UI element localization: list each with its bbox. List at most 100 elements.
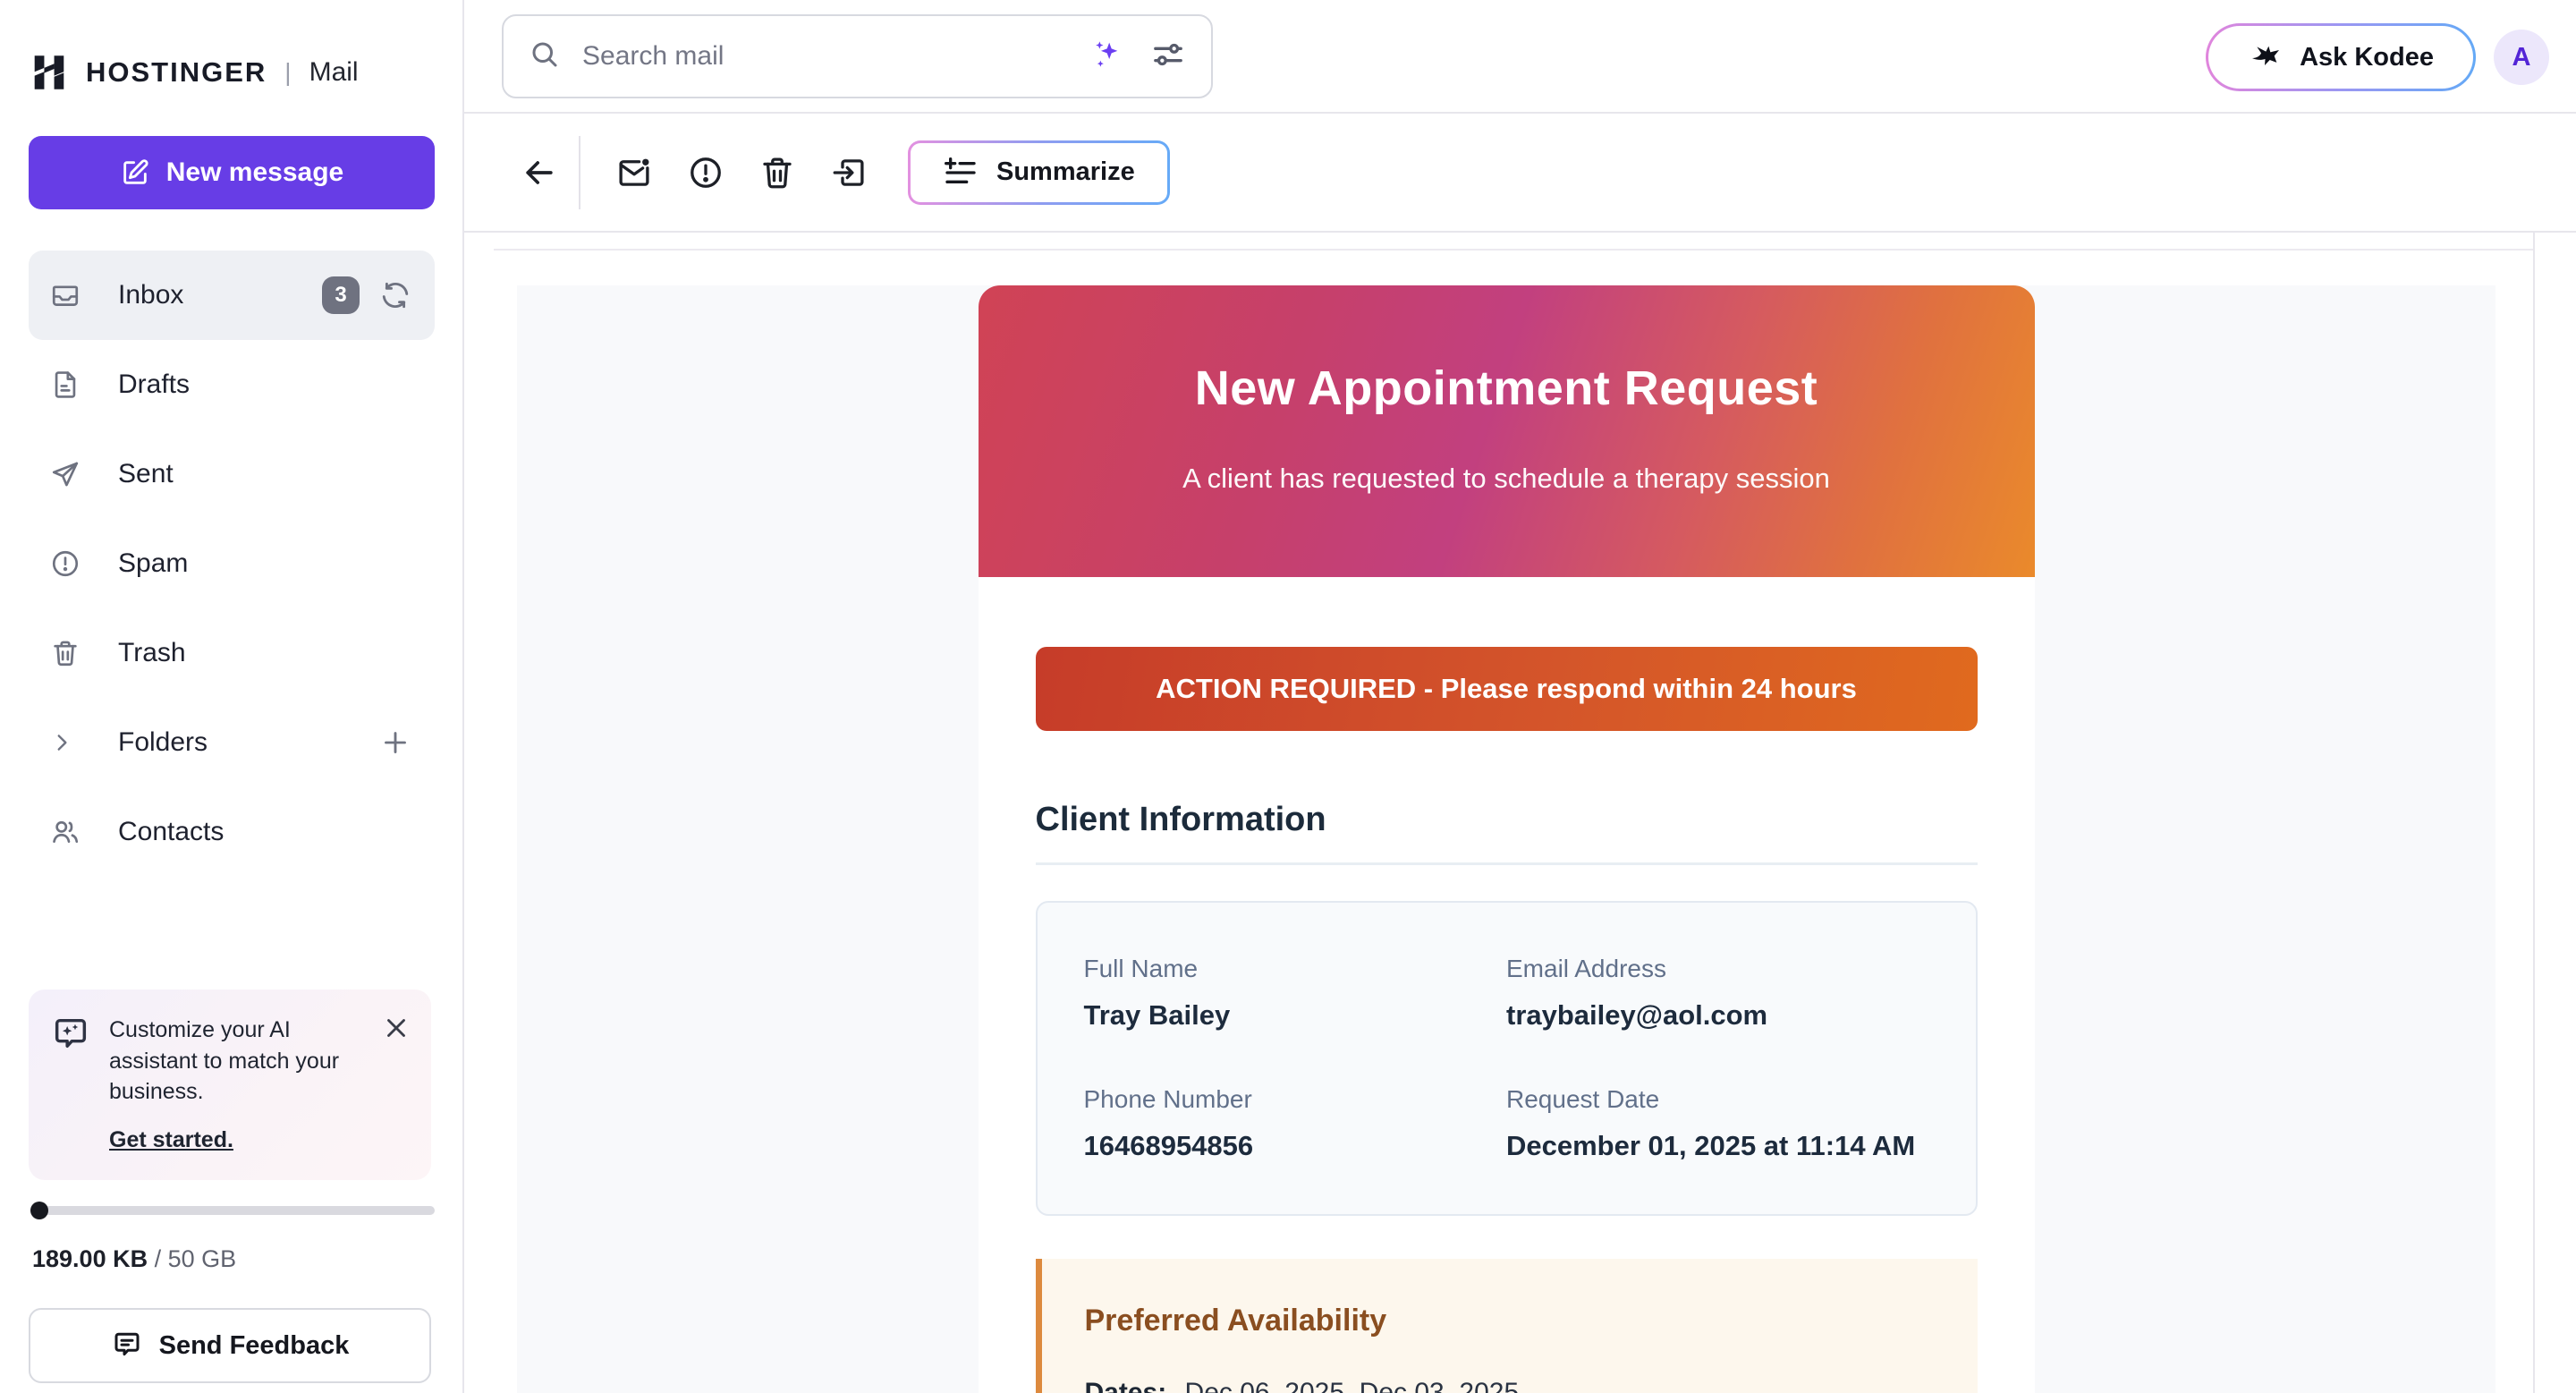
- sidebar: HOSTINGER | Mail New message Inbox: [0, 0, 464, 1393]
- field-label: Full Name: [1084, 955, 1507, 983]
- brand-name: HOSTINGER: [86, 56, 267, 89]
- search-bar[interactable]: [502, 14, 1213, 98]
- promo-get-started-link[interactable]: Get started.: [109, 1127, 233, 1153]
- toolbar-divider: [579, 136, 580, 209]
- email-header-banner: New Appointment Request A client has req…: [979, 285, 2035, 577]
- avatar[interactable]: A: [2494, 30, 2549, 85]
- promo-text: Customize your AI assistant to match you…: [109, 1015, 408, 1108]
- email-body: ACTION REQUIRED - Please respond within …: [979, 577, 2035, 1393]
- envelope-dot-icon: [615, 154, 653, 191]
- hostinger-mail-app: HOSTINGER | Mail New message Inbox: [0, 0, 2576, 1393]
- client-information-heading: Client Information: [1036, 801, 1978, 865]
- email-viewport[interactable]: New Appointment Request A client has req…: [517, 285, 2496, 1393]
- field-value: 16468954856: [1084, 1130, 1507, 1162]
- action-required-banner: ACTION REQUIRED - Please respond within …: [1036, 647, 1978, 731]
- sidebar-item-label: Sent: [118, 459, 174, 489]
- ask-kodee-label: Ask Kodee: [2300, 43, 2434, 72]
- field-request-date: Request Date December 01, 2025 at 11:14 …: [1506, 1085, 1929, 1162]
- message-toolbar: Summarize: [464, 114, 2576, 233]
- trash-icon: [758, 154, 796, 191]
- refresh-icon[interactable]: [377, 277, 413, 313]
- sidebar-item-label: Trash: [118, 638, 186, 668]
- ai-chat-sparkle-icon: [50, 1015, 91, 1153]
- inbox-icon: [50, 280, 80, 310]
- email-subtitle: A client has requested to schedule a the…: [979, 463, 2035, 495]
- sent-icon: [50, 459, 80, 489]
- close-icon[interactable]: [381, 1013, 411, 1043]
- storage-separator: /: [155, 1245, 162, 1272]
- feedback-chat-icon: [111, 1329, 143, 1362]
- brand-separator: |: [284, 58, 291, 87]
- alert-circle-icon: [687, 154, 724, 191]
- back-button[interactable]: [514, 148, 564, 198]
- storage-total: 50 GB: [168, 1245, 237, 1272]
- sidebar-item-trash[interactable]: Trash: [29, 608, 435, 698]
- availability-heading: Preferred Availability: [1085, 1304, 1935, 1338]
- dates-label: Dates:: [1085, 1378, 1167, 1393]
- summarize-button[interactable]: Summarize: [908, 140, 1170, 205]
- sidebar-item-folders[interactable]: Folders: [29, 698, 435, 787]
- email-title: New Appointment Request: [979, 361, 2035, 416]
- trash-icon: [50, 638, 80, 668]
- ask-kodee-button[interactable]: Ask Kodee: [2206, 23, 2476, 91]
- field-label: Phone Number: [1084, 1085, 1507, 1114]
- summarize-icon: [943, 155, 979, 191]
- search-filters-icon[interactable]: [1150, 37, 1186, 77]
- sidebar-item-contacts[interactable]: Contacts: [29, 787, 435, 877]
- sidebar-item-label: Folders: [118, 727, 208, 758]
- sidebar-item-label: Spam: [118, 548, 188, 579]
- delete-button[interactable]: [749, 144, 806, 201]
- ai-assistant-promo-card: Customize your AI assistant to match you…: [29, 990, 431, 1180]
- add-folder-icon[interactable]: [377, 725, 413, 760]
- sidebar-nav: Inbox 3 Drafts: [29, 251, 435, 877]
- sidebar-item-sent[interactable]: Sent: [29, 429, 435, 519]
- field-value: traybailey@aol.com: [1506, 999, 1929, 1032]
- compose-icon: [120, 157, 150, 188]
- contacts-icon: [50, 817, 80, 847]
- brand-product: Mail: [309, 57, 359, 88]
- field-value: December 01, 2025 at 11:14 AM: [1506, 1130, 1929, 1162]
- sidebar-item-drafts[interactable]: Drafts: [29, 340, 435, 429]
- sidebar-item-label: Inbox: [118, 280, 183, 310]
- sidebar-item-label: Drafts: [118, 369, 190, 400]
- topbar: Ask Kodee A: [464, 0, 2576, 114]
- report-spam-button[interactable]: [677, 144, 734, 201]
- summarize-label: Summarize: [996, 157, 1135, 187]
- arrow-left-icon: [520, 153, 559, 192]
- mark-unread-button[interactable]: [606, 144, 663, 201]
- dates-value: Dec 06, 2025, Dec 03, 2025: [1185, 1378, 1520, 1393]
- email-card: New Appointment Request A client has req…: [979, 285, 2035, 1393]
- field-value: Tray Bailey: [1084, 999, 1507, 1032]
- field-label: Request Date: [1506, 1085, 1929, 1114]
- drafts-icon: [50, 369, 80, 400]
- availability-dates: Dates: Dec 06, 2025, Dec 03, 2025: [1085, 1378, 1935, 1393]
- brand-logo[interactable]: HOSTINGER | Mail: [29, 52, 359, 93]
- move-to-folder-button[interactable]: [820, 144, 877, 201]
- new-message-button[interactable]: New message: [29, 136, 435, 209]
- field-label: Email Address: [1506, 955, 1929, 983]
- email-panel-divider: [494, 249, 2533, 251]
- storage-usage: 189.00 KB / 50 GB: [32, 1245, 236, 1273]
- field-phone-number: Phone Number 16468954856: [1084, 1085, 1507, 1162]
- scroll-gutter-divider: [2533, 233, 2535, 1393]
- ai-sparkles-icon[interactable]: [1088, 37, 1123, 77]
- client-info-card: Full Name Tray Bailey Email Address tray…: [1036, 901, 1978, 1216]
- move-to-folder-icon: [830, 154, 868, 191]
- kodee-bird-icon: [2248, 39, 2284, 75]
- spam-icon: [50, 548, 80, 579]
- storage-progress-bar: [32, 1206, 435, 1215]
- sidebar-item-label: Contacts: [118, 817, 224, 847]
- storage-used: 189.00 KB: [32, 1245, 148, 1272]
- preferred-availability-card: Preferred Availability Dates: Dec 06, 20…: [1036, 1259, 1978, 1393]
- field-email-address: Email Address traybailey@aol.com: [1506, 955, 1929, 1032]
- search-icon: [529, 38, 561, 75]
- hostinger-logo-icon: [29, 52, 70, 93]
- search-input[interactable]: [582, 41, 1088, 72]
- sidebar-item-inbox[interactable]: Inbox 3: [29, 251, 435, 340]
- chevron-right-icon[interactable]: [50, 731, 73, 754]
- send-feedback-button[interactable]: Send Feedback: [29, 1308, 431, 1383]
- sidebar-item-spam[interactable]: Spam: [29, 519, 435, 608]
- new-message-label: New message: [166, 157, 343, 188]
- field-full-name: Full Name Tray Bailey: [1084, 955, 1507, 1032]
- send-feedback-label: Send Feedback: [159, 1331, 350, 1361]
